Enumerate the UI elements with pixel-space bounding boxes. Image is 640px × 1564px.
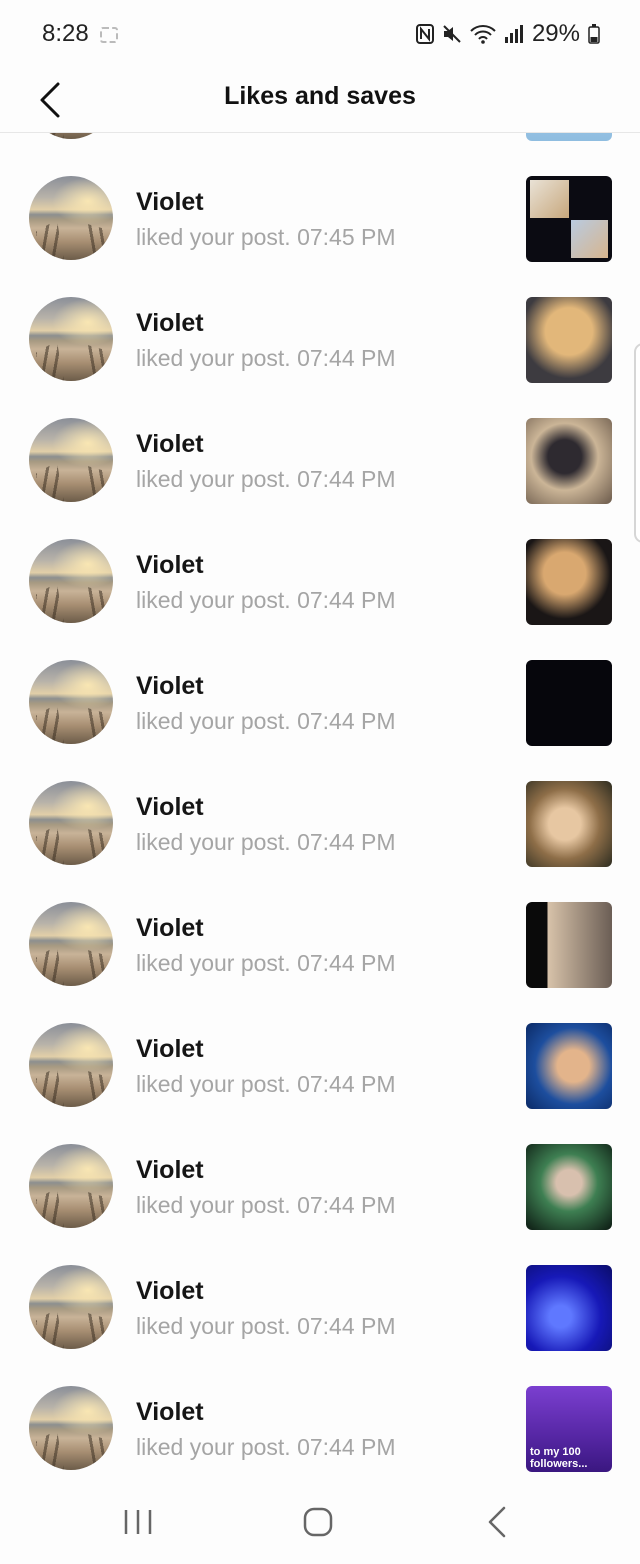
notification-item[interactable]: Violet liked your post. 07:44 PM to my 100… bbox=[0, 1374, 640, 1480]
notification-item[interactable]: Violet liked your post. 07:44 PM bbox=[0, 285, 640, 406]
post-thumbnail[interactable] bbox=[526, 1023, 612, 1109]
username[interactable]: Violet bbox=[136, 1035, 204, 1064]
avatar[interactable] bbox=[29, 1023, 113, 1107]
activity-text: liked your post. 07:44 PM bbox=[136, 1313, 396, 1339]
page-title: Likes and saves bbox=[224, 82, 416, 110]
post-thumbnail[interactable]: to my 100 followers... bbox=[526, 1386, 612, 1472]
notification-item[interactable]: Violet liked your post. 07:44 PM bbox=[0, 406, 640, 527]
recents-icon bbox=[124, 1510, 152, 1534]
home-icon bbox=[303, 1507, 333, 1537]
activity-text: liked your post. 07:44 PM bbox=[136, 345, 396, 371]
username[interactable]: Violet bbox=[136, 430, 204, 459]
avatar[interactable] bbox=[29, 418, 113, 502]
username[interactable]: Violet bbox=[136, 1156, 204, 1185]
status-icons: 29% bbox=[415, 20, 600, 48]
avatar[interactable] bbox=[29, 660, 113, 744]
username[interactable]: Violet bbox=[136, 188, 204, 217]
avatar[interactable] bbox=[29, 133, 113, 139]
header: Likes and saves bbox=[0, 70, 640, 133]
post-thumbnail[interactable] bbox=[526, 1144, 612, 1230]
recents-button[interactable] bbox=[120, 1504, 156, 1540]
notification-item[interactable]: Violet liked your post. 07:44 PM bbox=[0, 1132, 640, 1253]
status-time: 8:28 bbox=[42, 20, 89, 47]
avatar[interactable] bbox=[29, 1265, 113, 1349]
post-thumbnail[interactable] bbox=[526, 902, 612, 988]
scroll-handle[interactable] bbox=[634, 343, 640, 543]
post-thumbnail[interactable] bbox=[526, 1265, 612, 1351]
activity-text: liked your post. 07:45 PM bbox=[136, 224, 396, 250]
post-thumbnail[interactable] bbox=[526, 660, 612, 746]
username[interactable]: Violet bbox=[136, 551, 204, 580]
notification-item[interactable]: Violet liked your post. 07:44 PM bbox=[0, 527, 640, 648]
activity-text: liked your post. 07:44 PM bbox=[136, 708, 396, 734]
notification-list[interactable]: Violet liked your post. 07:45 PM Violet lik… bbox=[0, 133, 640, 1480]
signal-icon bbox=[504, 24, 524, 44]
post-thumbnail[interactable] bbox=[526, 133, 612, 141]
post-thumbnail[interactable] bbox=[526, 539, 612, 625]
post-thumbnail[interactable] bbox=[526, 418, 612, 504]
avatar[interactable] bbox=[29, 176, 113, 260]
nfc-icon bbox=[415, 24, 434, 44]
username[interactable]: Violet bbox=[136, 309, 204, 338]
username[interactable]: Violet bbox=[136, 672, 204, 701]
wifi-icon bbox=[470, 24, 496, 44]
avatar[interactable] bbox=[29, 297, 113, 381]
nav-back-button[interactable] bbox=[484, 1504, 512, 1540]
notification-item[interactable]: Violet liked your post. 07:44 PM bbox=[0, 890, 640, 1011]
activity-text: liked your post. 07:44 PM bbox=[136, 1434, 396, 1460]
notification-item[interactable]: Violet liked your post. 07:44 PM bbox=[0, 648, 640, 769]
username[interactable]: Violet bbox=[136, 914, 204, 943]
status-bar: 8:28 29% bbox=[0, 0, 640, 70]
activity-text: liked your post. 07:44 PM bbox=[136, 1192, 396, 1218]
post-thumbnail[interactable] bbox=[526, 781, 612, 867]
battery-icon bbox=[588, 24, 600, 44]
system-nav-bar bbox=[0, 1480, 640, 1564]
thumbnail-caption: to my 100 followers... bbox=[530, 1446, 588, 1470]
activity-text: liked your post. 07:44 PM bbox=[136, 950, 396, 976]
mute-icon bbox=[442, 24, 462, 44]
battery-percent: 29% bbox=[531, 20, 580, 47]
back-icon bbox=[488, 1506, 506, 1538]
home-button[interactable] bbox=[300, 1504, 336, 1540]
notification-item[interactable]: Violet liked your post. 07:44 PM bbox=[0, 1253, 640, 1374]
screen-recorder-icon bbox=[100, 27, 118, 43]
username[interactable]: Violet bbox=[136, 1398, 204, 1427]
activity-text: liked your post. 07:44 PM bbox=[136, 587, 396, 613]
post-thumbnail[interactable] bbox=[526, 176, 612, 262]
username[interactable]: Violet bbox=[136, 1277, 204, 1306]
avatar[interactable] bbox=[29, 902, 113, 986]
activity-text: liked your post. 07:44 PM bbox=[136, 466, 396, 492]
avatar[interactable] bbox=[29, 539, 113, 623]
notification-item[interactable]: Violet liked your post. 07:44 PM bbox=[0, 769, 640, 890]
avatar[interactable] bbox=[29, 781, 113, 865]
activity-text: liked your post. 07:44 PM bbox=[136, 1071, 396, 1097]
avatar[interactable] bbox=[29, 1144, 113, 1228]
notification-item[interactable]: Violetliked your post. 07:45 PM bbox=[0, 133, 640, 164]
notification-item[interactable]: Violet liked your post. 07:45 PM bbox=[0, 164, 640, 285]
activity-text: liked your post. 07:44 PM bbox=[136, 829, 396, 855]
avatar[interactable] bbox=[29, 1386, 113, 1470]
notification-item[interactable]: Violet liked your post. 07:44 PM bbox=[0, 1011, 640, 1132]
post-thumbnail[interactable] bbox=[526, 297, 612, 383]
username[interactable]: Violet bbox=[136, 793, 204, 822]
